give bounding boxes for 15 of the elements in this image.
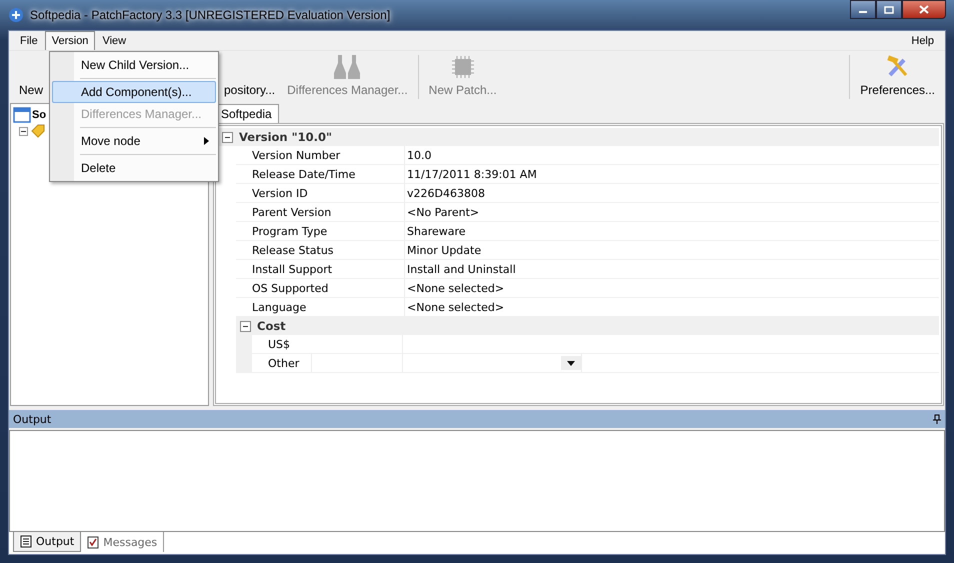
- property-name: Parent Version: [236, 203, 405, 221]
- window-title: Softpedia - PatchFactory 3.3 [UNREGISTERED Evaluation Version]: [30, 8, 390, 22]
- property-name: Language: [236, 298, 405, 316]
- panel-title: Output: [13, 412, 52, 426]
- property-name: OS Supported: [236, 279, 405, 297]
- property-name: Other: [252, 354, 312, 372]
- section-header: Cost: [257, 319, 286, 333]
- property-name: Version Number: [236, 146, 405, 164]
- property-name: Release Date/Time: [236, 165, 405, 183]
- property-name: Release Status: [236, 241, 405, 259]
- property-name: US$: [252, 335, 403, 353]
- property-name: Install Support: [236, 260, 405, 278]
- property-name: Program Type: [236, 222, 405, 240]
- section-header: Version "10.0": [239, 130, 332, 144]
- property-name: Version ID: [236, 184, 405, 202]
